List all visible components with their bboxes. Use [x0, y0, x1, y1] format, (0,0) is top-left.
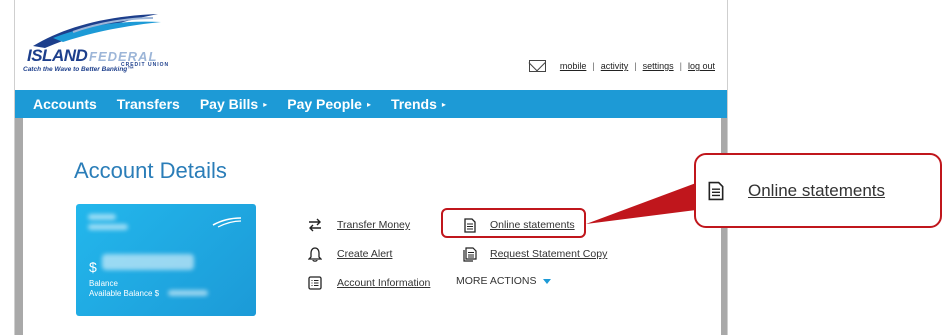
callout-online-statements-label: Online statements [748, 180, 886, 200]
logo-wave-icon [33, 14, 161, 48]
request-statement-copy-link[interactable]: Request Statement Copy [490, 248, 607, 260]
logo-island-text: ISLAND [27, 46, 88, 65]
online-statements-highlight [441, 208, 586, 238]
caret-right-icon: ▸ [441, 99, 446, 109]
separator: | [634, 61, 637, 71]
bell-icon [307, 246, 323, 262]
separator: | [592, 61, 595, 71]
request-statement-copy-action[interactable]: Request Statement Copy [462, 246, 607, 262]
card-balance-label: Balance [89, 279, 118, 288]
redacted-available-balance [168, 290, 208, 296]
redacted-account-number [88, 224, 128, 230]
more-actions-dropdown[interactable]: MORE ACTIONS [456, 275, 551, 287]
card-dollar-sign: $ [89, 259, 97, 275]
account-card[interactable]: $ Balance Available Balance $ [76, 204, 256, 316]
card-available-balance-label: Available Balance $ [89, 289, 160, 298]
activity-link[interactable]: activity [601, 61, 629, 71]
transfer-money-action[interactable]: Transfer Money [307, 217, 410, 233]
caret-right-icon: ▸ [366, 99, 371, 109]
utility-links: mobile | activity | settings | log out [528, 60, 715, 72]
nav-item-label: Transfers [116, 96, 180, 112]
mail-icon[interactable] [528, 60, 546, 72]
card-wave-icon [212, 217, 242, 228]
nav-item-trends[interactable]: Trends ▸ [391, 96, 446, 112]
online-statements-callout: Online statements [694, 153, 942, 228]
nav-item-label: Pay People [287, 96, 362, 112]
nav-item-label: Pay Bills [199, 96, 259, 112]
page-gutter-left [15, 118, 23, 335]
transfer-money-link[interactable]: Transfer Money [337, 219, 410, 231]
redacted-balance [102, 254, 194, 270]
browser-frame: ISLAND FEDERAL CREDIT UNION Catch the Wa… [14, 0, 728, 335]
mobile-link[interactable]: mobile [560, 61, 587, 71]
tagline: Catch the Wave to Better Banking™ [23, 66, 134, 73]
create-alert-action[interactable]: Create Alert [307, 246, 392, 262]
nav-item-label: Trends [390, 96, 437, 112]
caret-right-icon: ▸ [263, 99, 268, 109]
separator: | [679, 61, 682, 71]
nav-item-label: Accounts [33, 96, 97, 112]
nav-item-pay-bills[interactable]: Pay Bills ▸ [200, 96, 267, 112]
create-alert-link[interactable]: Create Alert [337, 248, 392, 260]
more-actions-label: MORE ACTIONS [456, 275, 537, 287]
nav-item-accounts[interactable]: Accounts [33, 96, 97, 112]
main-content: Account Details $ Balance Available Bala… [23, 118, 721, 335]
main-nav: Accounts Transfers Pay Bills ▸ Pay People… [15, 90, 727, 118]
documents-icon [462, 246, 478, 262]
site-header: ISLAND FEDERAL CREDIT UNION Catch the Wa… [15, 0, 727, 90]
settings-link[interactable]: settings [643, 61, 674, 71]
list-icon [307, 275, 323, 291]
redacted-account-name [88, 214, 116, 220]
nav-item-transfers[interactable]: Transfers [117, 96, 180, 112]
document-icon [708, 181, 724, 200]
transfer-icon [307, 217, 323, 233]
triangle-down-icon [542, 278, 551, 284]
page-title: Account Details [74, 158, 227, 183]
account-information-action[interactable]: Account Information [307, 275, 430, 291]
account-information-link[interactable]: Account Information [337, 277, 430, 289]
logout-link[interactable]: log out [688, 61, 715, 71]
nav-item-pay-people[interactable]: Pay People ▸ [287, 96, 371, 112]
